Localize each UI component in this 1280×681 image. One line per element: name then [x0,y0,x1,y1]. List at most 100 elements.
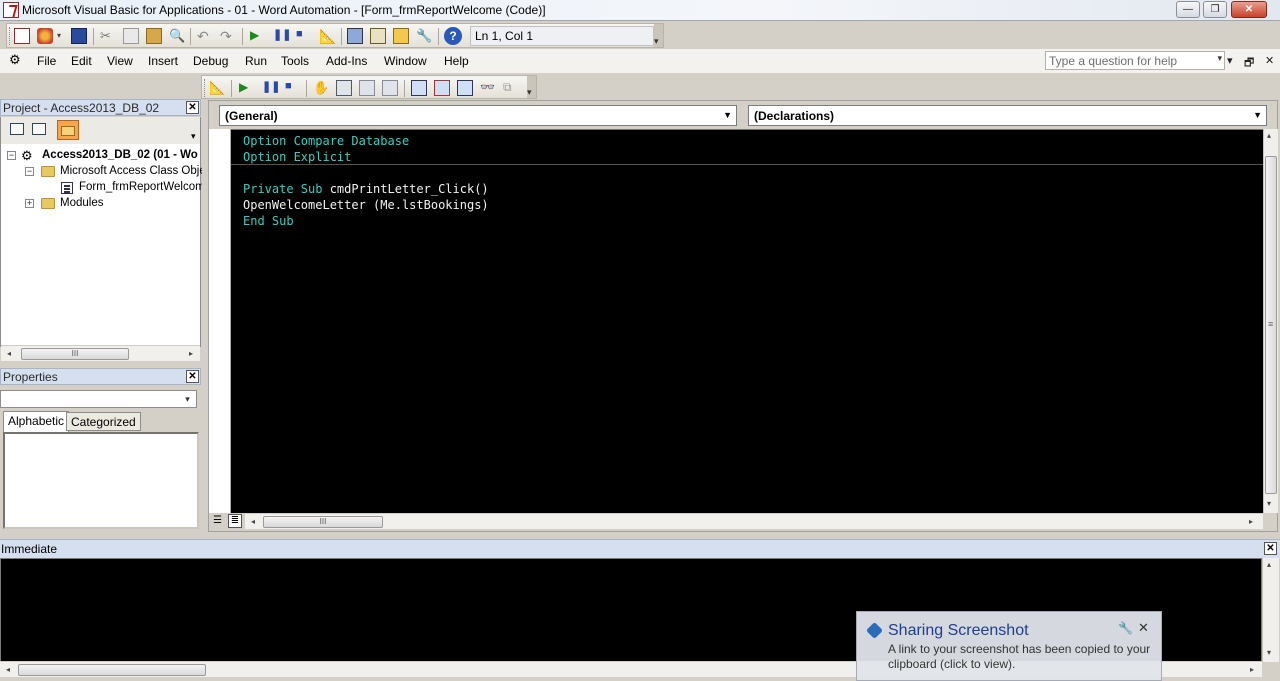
notification-close-icon[interactable]: ✕ [1138,620,1149,636]
cut-icon[interactable]: ✂ [100,28,116,44]
scroll-up-icon[interactable]: ▴ [1267,131,1271,140]
step-over-icon[interactable] [359,80,375,96]
menu-file[interactable]: File [37,54,56,68]
code-margin-indicator[interactable] [209,129,231,513]
collapse-icon[interactable]: − [7,151,16,160]
scroll-left-icon[interactable]: ◂ [6,665,10,674]
help-icon[interactable]: ? [444,27,462,45]
paste-icon[interactable] [146,28,162,44]
scroll-right-icon[interactable]: ▸ [1249,517,1253,526]
step-into-icon[interactable] [336,80,352,96]
tree-item-modules[interactable]: + Modules [25,196,202,212]
edit-toolbar-options-button[interactable] [527,76,536,98]
scroll-down-icon[interactable]: ▾ [1267,648,1271,657]
wrench-icon[interactable]: 🔧 [1118,621,1133,635]
restore-button[interactable]: ❐ [1203,1,1227,18]
pane-toolbar-more-icon[interactable]: ▾ [191,131,196,142]
scroll-left-icon[interactable]: ◂ [251,517,255,526]
code-vscrollbar[interactable]: ▴ ▾ [1263,129,1278,513]
copy-icon[interactable] [123,28,139,44]
call-stack-icon[interactable]: ⧉ [503,80,519,96]
immediate-window-icon[interactable] [434,80,450,96]
redo-icon[interactable]: ↷ [220,28,236,44]
code-line[interactable]: Option Compare Database [243,133,409,149]
scroll-down-icon[interactable]: ▾ [1267,499,1271,508]
quick-watch-icon[interactable]: 👓 [480,80,496,96]
menu-view[interactable]: View [107,54,133,68]
toolbar-options-button[interactable] [654,24,663,47]
scroll-thumb[interactable]: III [263,516,383,528]
locals-window-icon[interactable] [411,80,427,96]
dropdown-arrow-icon[interactable]: ▼ [723,110,732,120]
object-combo[interactable]: (General) ▼ [219,105,737,126]
scroll-thumb[interactable]: III [21,348,129,360]
dropdown-arrow-icon[interactable]: ▼ [1253,110,1262,120]
dropdown-arrow-icon[interactable]: ▾ [181,394,194,406]
view-access-icon[interactable] [14,28,30,44]
project-pane-close-button[interactable]: ✕ [186,101,199,114]
scroll-right-icon[interactable]: ▸ [1250,665,1254,674]
reset-icon[interactable]: ■ [285,80,301,96]
project-hscrollbar[interactable]: ◂ III ▸ [1,345,200,361]
scroll-up-icon[interactable]: ▴ [1267,560,1271,569]
save-icon[interactable] [71,28,87,44]
help-search-input[interactable]: Type a question for help ▾ [1045,51,1225,70]
project-explorer-icon[interactable] [347,28,363,44]
design-mode-icon[interactable]: 📐 [209,80,225,96]
scroll-thumb[interactable] [1265,156,1277,494]
reset-icon[interactable]: ■ [296,28,312,44]
tab-alphabetic[interactable]: Alphabetic [3,411,70,432]
menu-insert[interactable]: Insert [148,54,178,68]
vba-app-icon[interactable] [3,2,19,18]
close-button[interactable]: ✕ [1231,1,1267,18]
toolbar-grip[interactable] [9,27,12,45]
break-icon[interactable]: ❚❚ [273,28,291,44]
toggle-folders-icon[interactable] [57,120,79,140]
vba-menu-icon[interactable]: ⚙ [9,52,25,68]
collapse-icon[interactable]: − [25,167,34,176]
tab-categorized[interactable]: Categorized [66,412,141,431]
view-object-icon[interactable] [32,123,46,135]
sharing-notification[interactable]: Sharing Screenshot 🔧 ✕ A link to your sc… [856,611,1162,681]
property-grid[interactable] [3,432,199,529]
edit-toolbar-grip[interactable] [204,79,207,97]
insert-userform-icon[interactable] [37,28,53,44]
undo-icon[interactable]: ↶ [197,28,213,44]
run-icon[interactable]: ▶ [250,28,266,44]
expand-icon[interactable]: + [25,199,34,208]
help-dropdown-icon[interactable]: ▾ [1217,53,1222,64]
mdi-minimize-button[interactable]: ▾ [1227,54,1233,67]
object-select[interactable]: ▾ [0,390,197,408]
step-out-icon[interactable] [382,80,398,96]
code-line[interactable]: End Sub [243,213,294,229]
code-line[interactable]: Option Explicit [243,149,351,165]
break-icon[interactable]: ❚❚ [262,80,280,96]
properties-window-icon[interactable] [370,28,386,44]
menu-edit[interactable]: Edit [71,54,92,68]
tree-item-class-objects[interactable]: − Microsoft Access Class Objec [25,164,202,180]
menu-help[interactable]: Help [444,54,469,68]
scroll-right-icon[interactable]: ▸ [189,349,193,358]
object-browser-icon[interactable] [393,28,409,44]
menu-debug[interactable]: Debug [193,54,228,68]
menu-window[interactable]: Window [384,54,427,68]
code-hscrollbar[interactable]: ◂ III ▸ [245,513,1263,529]
full-module-view-icon[interactable]: ≣ [228,514,242,528]
menu-run[interactable]: Run [245,54,267,68]
tree-item-form[interactable]: Form_frmReportWelcome [61,180,202,196]
toggle-breakpoint-icon[interactable]: ✋ [313,80,329,96]
menu-add-ins[interactable]: Add-Ins [326,54,367,68]
scroll-left-icon[interactable]: ◂ [7,349,11,358]
find-icon[interactable]: 🔍 [169,28,185,44]
procedure-view-icon[interactable]: ☰ [213,515,225,527]
code-line[interactable]: OpenWelcomeLetter (Me.lstBookings) [243,197,489,213]
mdi-restore-button[interactable]: 🗗 [1244,54,1254,73]
minimize-button[interactable]: — [1176,1,1200,18]
design-mode-icon[interactable]: 📐 [319,28,336,44]
menu-tools[interactable]: Tools [281,54,309,68]
code-line[interactable]: Private Sub cmdPrintLetter_Click() [243,181,489,197]
run-icon[interactable]: ▶ [239,80,255,96]
immediate-pane-close-button[interactable]: ✕ [1264,542,1277,555]
insert-dropdown-icon[interactable]: ▾ [57,31,61,40]
view-code-icon[interactable] [10,123,24,135]
